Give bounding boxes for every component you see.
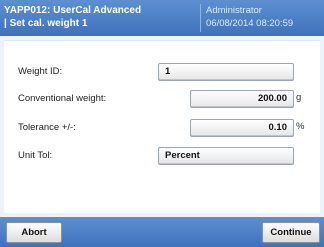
unit-tol-field[interactable]: Percent [158,147,294,165]
title-bar: YAPP012: UserCal Advanced | Set cal. wei… [0,0,324,36]
page-title: | Set cal. weight 1 [4,18,88,29]
app-title: YAPP012: UserCal Advanced | Set cal. wei… [4,4,194,30]
row-tolerance: Tolerance +/-: 0.10 % [4,117,320,139]
unit-tol-value: Percent [165,150,200,161]
weight-id-label: Weight ID: [18,66,63,77]
row-unit-tol: Unit Tol: Percent [4,145,320,167]
conventional-weight-unit: g [296,92,302,103]
weight-id-value: 1 [165,66,171,77]
row-weight-id: Weight ID: 1 [4,61,320,83]
weight-id-field[interactable]: 1 [158,63,294,81]
app-name: YAPP012: UserCal Advanced [4,5,142,16]
tolerance-field[interactable]: 0.10 [190,119,294,137]
unit-tol-label: Unit Tol: [18,150,53,161]
tolerance-unit: % [296,121,305,132]
row-conventional-weight: Conventional weight: 200.00 g [4,88,320,110]
user-name: Administrator [206,5,262,16]
tolerance-label: Tolerance +/-: [18,122,76,133]
form-panel: Weight ID: 1 Conventional weight: 200.00… [4,40,320,213]
header-divider [200,4,201,32]
conventional-weight-field[interactable]: 200.00 [190,90,294,108]
tolerance-value: 0.10 [268,122,288,133]
continue-button[interactable]: Continue [262,222,320,243]
conventional-weight-value: 200.00 [257,93,287,104]
datetime: 06/08/2014 08:20:59 [206,18,294,29]
button-bar: Abort Continue [0,217,324,247]
abort-button[interactable]: Abort [6,222,62,243]
conventional-weight-label: Conventional weight: [18,93,107,104]
terminal-screen: YAPP012: UserCal Advanced | Set cal. wei… [0,0,324,247]
session-info: Administrator 06/08/2014 08:20:59 [206,4,322,30]
